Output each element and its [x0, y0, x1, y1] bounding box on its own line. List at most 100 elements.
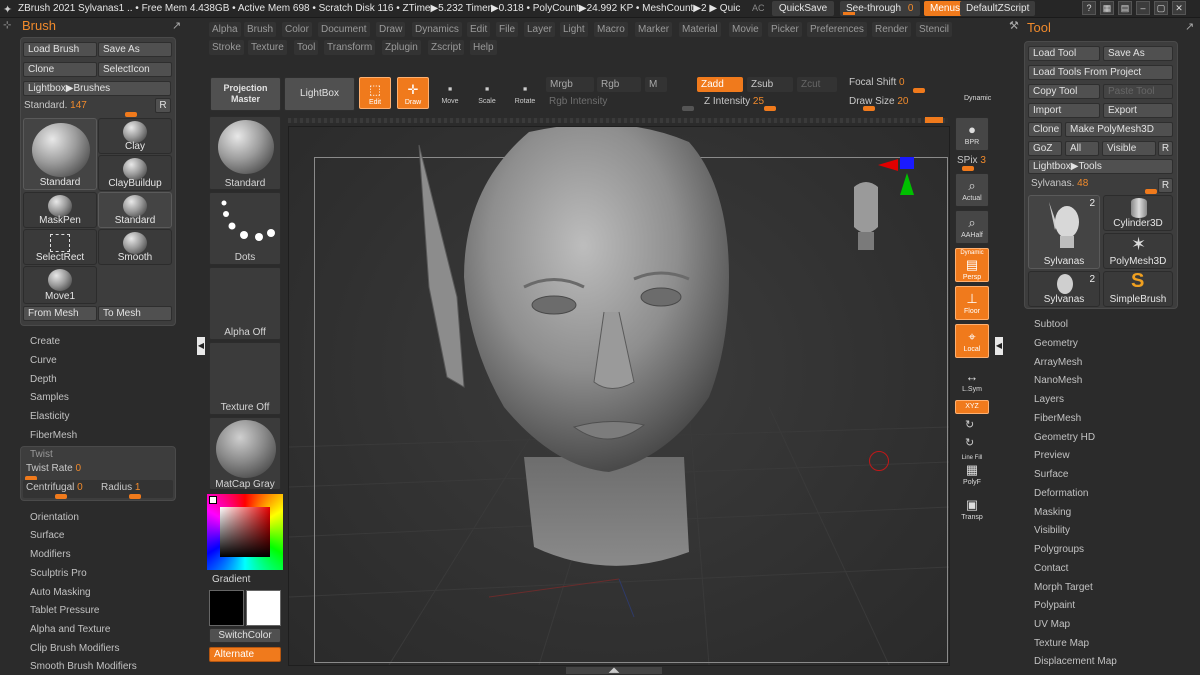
tool-count-knob[interactable]: [1145, 189, 1157, 194]
select-icon-button[interactable]: SelectIcon: [98, 62, 172, 77]
lightbox-button[interactable]: LightBox: [284, 77, 355, 111]
rgb-intensity-knob[interactable]: [682, 106, 694, 111]
lightbox-tools-button[interactable]: Lightbox▶Tools: [1028, 159, 1173, 174]
draw-size-slider[interactable]: Draw Size 20: [849, 96, 908, 107]
tool-section-geometry[interactable]: Geometry: [1034, 338, 1078, 349]
tool-save-as-button[interactable]: Save As: [1103, 46, 1173, 61]
tool-section-arraymesh[interactable]: ArrayMesh: [1034, 357, 1082, 368]
texture-tile[interactable]: Texture Off: [209, 342, 281, 415]
load-brush-button[interactable]: Load Brush: [23, 42, 97, 57]
floor-button[interactable]: ⊥ Floor: [955, 286, 989, 320]
brush-r-button[interactable]: R: [155, 98, 171, 113]
ruler-marker[interactable]: [925, 117, 943, 123]
load-tools-from-project-button[interactable]: Load Tools From Project: [1028, 65, 1173, 80]
menu-marker[interactable]: Marker: [635, 22, 673, 37]
layout-icon[interactable]: ▦: [1100, 1, 1114, 15]
twist-title[interactable]: Twist: [30, 449, 53, 460]
brush-panel-title[interactable]: Brush: [22, 18, 56, 33]
material-tile[interactable]: MatCap Gray: [209, 417, 281, 490]
default-zscript-button[interactable]: DefaultZScript: [960, 1, 1036, 16]
current-brush-tile[interactable]: Standard: [209, 116, 281, 190]
tool-section-surface[interactable]: Surface: [1034, 469, 1068, 480]
menu-texture[interactable]: Texture: [248, 40, 287, 55]
tool-thumb-simplebrush[interactable]: S SimpleBrush: [1103, 270, 1173, 307]
z-intensity-knob[interactable]: [764, 106, 776, 111]
rgb-intensity-slider[interactable]: Rgb Intensity: [549, 96, 607, 107]
spix-knob[interactable]: [962, 166, 974, 171]
draw-mode-button[interactable]: ✛ Draw: [397, 77, 429, 109]
tool-panel-popout-icon[interactable]: ↗: [1185, 20, 1194, 33]
scale-mode-button[interactable]: ▪ Scale: [471, 77, 503, 109]
menu-light[interactable]: Light: [560, 22, 588, 37]
brush-thumb-clay[interactable]: Clay: [98, 118, 172, 154]
quicksave-button[interactable]: QuickSave: [772, 1, 834, 16]
panel-popout-icon[interactable]: ↗: [172, 19, 181, 32]
brush-thumb-standard-2[interactable]: Standard: [98, 192, 172, 228]
tool-thumb-cylinder3d[interactable]: Cylinder3D: [1103, 195, 1173, 231]
menu-file[interactable]: File: [496, 22, 519, 37]
mrgb-button[interactable]: Mrgb: [546, 77, 594, 92]
transparency-button[interactable]: ▣ Transp: [955, 493, 989, 527]
rotate-mode-button[interactable]: ▪ Rotate: [509, 77, 541, 109]
radius-slider[interactable]: Radius 1: [101, 482, 140, 493]
centrifugal-knob[interactable]: [55, 494, 67, 499]
menu-draw[interactable]: Draw: [376, 22, 406, 37]
goz-r-button[interactable]: R: [1158, 141, 1173, 156]
brush-section-create[interactable]: Create: [30, 336, 60, 347]
twist-rate-slider[interactable]: Twist Rate 0: [26, 463, 81, 474]
import-button[interactable]: Import: [1028, 103, 1100, 118]
menu-help[interactable]: Help: [470, 40, 497, 55]
brush-section-fibermesh[interactable]: FiberMesh: [30, 430, 77, 441]
dynamic-brush-size-label[interactable]: Dynamic: [964, 95, 991, 102]
menu-alpha[interactable]: Alpha: [209, 22, 241, 37]
minimize-icon[interactable]: –: [1136, 1, 1150, 15]
zsub-button[interactable]: Zsub: [747, 77, 793, 92]
menu-movie[interactable]: Movie: [729, 22, 762, 37]
alternate-button[interactable]: Alternate: [209, 647, 281, 662]
menu-color[interactable]: Color: [282, 22, 312, 37]
menu-zplugin[interactable]: Zplugin: [382, 40, 421, 55]
tool-section-displacement-map[interactable]: Displacement Map: [1034, 656, 1117, 667]
aahalf-button[interactable]: ⌕ AAHalf: [955, 210, 989, 244]
spix-slider[interactable]: SPix 3: [957, 155, 986, 166]
brush-section-depth[interactable]: Depth: [30, 374, 57, 385]
tool-r-button[interactable]: R: [1158, 178, 1173, 193]
lightbox-brushes-button[interactable]: Lightbox▶Brushes: [23, 81, 171, 96]
tool-section-nanomesh[interactable]: NanoMesh: [1034, 375, 1082, 386]
edit-mode-button[interactable]: ⬚ Edit: [359, 77, 391, 109]
brush-section-tablet-pressure[interactable]: Tablet Pressure: [30, 605, 99, 616]
tool-count-slider[interactable]: Sylvanas. 48: [1031, 178, 1088, 189]
brush-section-modifiers[interactable]: Modifiers: [30, 549, 71, 560]
menu-dynamics[interactable]: Dynamics: [412, 22, 462, 37]
tool-section-polypaint[interactable]: Polypaint: [1034, 600, 1075, 611]
centrifugal-slider[interactable]: Centrifugal 0: [26, 482, 83, 493]
canvas-viewport[interactable]: [288, 126, 950, 666]
tool-section-geometry-hd[interactable]: Geometry HD: [1034, 432, 1095, 443]
brush-thumb-move1[interactable]: Move1: [23, 266, 97, 304]
switch-color-button[interactable]: SwitchColor: [209, 628, 281, 643]
bottom-tray-toggle-icon[interactable]: ◢◣: [566, 667, 662, 674]
color-picker[interactable]: [207, 494, 283, 570]
brush-thumb-maskpen[interactable]: MaskPen: [23, 192, 97, 228]
tool-section-deformation[interactable]: Deformation: [1034, 488, 1088, 499]
tool-section-uv-map[interactable]: UV Map: [1034, 619, 1070, 630]
brush-section-sculptris-pro[interactable]: Sculptris Pro: [30, 568, 87, 579]
zcut-button[interactable]: Zcut: [797, 77, 837, 92]
menu-render[interactable]: Render: [872, 22, 911, 37]
menu-stencil[interactable]: Stencil: [916, 22, 953, 37]
brush-section-clip-modifiers[interactable]: Clip Brush Modifiers: [30, 643, 119, 654]
brush-section-alpha-texture[interactable]: Alpha and Texture: [30, 624, 110, 635]
move-handle-icon[interactable]: ⊹: [3, 20, 11, 31]
brush-thumb-selectrect[interactable]: SelectRect: [23, 229, 97, 265]
menu-transform[interactable]: Transform: [324, 40, 376, 55]
actual-size-button[interactable]: ⌕ Actual: [955, 173, 989, 207]
local-symmetry-button[interactable]: ↔ L.Sym: [955, 365, 989, 395]
brush-save-as-button[interactable]: Save As: [98, 42, 172, 57]
rotate-y-icon[interactable]: ↻: [965, 418, 974, 431]
tool-thumb-sylvanas[interactable]: 2 Sylvanas: [1028, 195, 1100, 269]
brush-clone-button[interactable]: Clone: [23, 62, 97, 77]
load-tool-button[interactable]: Load Tool: [1028, 46, 1100, 61]
tool-section-polygroups[interactable]: Polygroups: [1034, 544, 1084, 555]
close-icon[interactable]: ✕: [1172, 1, 1186, 15]
see-through-slider[interactable]: See-through 0: [840, 1, 920, 16]
